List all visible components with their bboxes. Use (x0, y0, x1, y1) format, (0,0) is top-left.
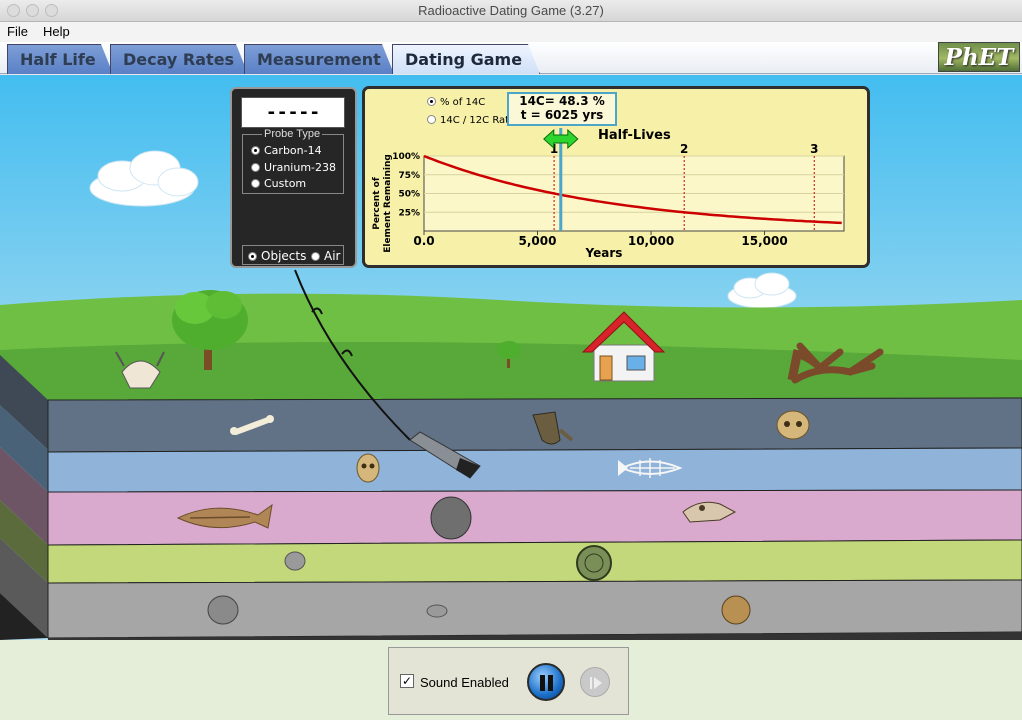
tab-bar: Half Life Decay Rates Measurement Dating… (0, 42, 1022, 74)
x-tick-label: 5,000 (519, 234, 557, 248)
layer-5 (47, 579, 1022, 639)
probe-option-carbon-14[interactable]: Carbon-14 (251, 144, 322, 157)
phet-logo[interactable]: PhET (938, 42, 1020, 72)
x-axis-label: Years (585, 246, 623, 260)
y-tick-label: 50% (398, 190, 420, 200)
radio-icon[interactable] (427, 97, 436, 106)
readout-time: t = 6025 yrs (520, 108, 604, 122)
small-rock-2[interactable] (426, 604, 448, 618)
layer-1 (47, 397, 1022, 453)
y-axis-label-1: Percent of (372, 177, 382, 230)
layer-4 (47, 539, 1022, 584)
radio-icon[interactable] (251, 146, 260, 155)
radio-icon[interactable] (427, 115, 436, 124)
graph-option-percent[interactable]: % of 14C (427, 97, 485, 108)
gray-rock-2[interactable] (207, 595, 239, 625)
half-life-marker: 2 (680, 142, 688, 156)
close-window-button[interactable] (7, 4, 20, 17)
menu-file[interactable]: File (7, 24, 28, 39)
ammonite-fossil[interactable] (576, 545, 612, 581)
cloud-right (727, 272, 797, 309)
probe-option-uranium-238[interactable]: Uranium-238 (251, 161, 336, 174)
probe-readout: ----- (241, 97, 345, 128)
radio-icon[interactable] (248, 252, 257, 261)
layer-2 (47, 447, 1022, 493)
small-rock-1[interactable] (284, 551, 306, 571)
window-title-bar: Radioactive Dating Game (3.27) (0, 0, 1022, 22)
tab-dating-game[interactable]: Dating Game (392, 44, 540, 74)
y-tick-label: 75% (398, 171, 420, 181)
tab-decay-rates[interactable]: Decay Rates (110, 44, 248, 74)
pause-button[interactable] (527, 663, 565, 701)
radio-icon[interactable] (251, 163, 260, 172)
y-axis-label-2: Element Remaining (383, 154, 393, 253)
readout-percent: 14C= 48.3 % (519, 94, 605, 108)
probe-option-custom[interactable]: Custom (251, 177, 306, 190)
sound-enabled-label: Sound Enabled (420, 675, 509, 690)
step-button[interactable] (580, 667, 610, 697)
window-title: Radioactive Dating Game (3.27) (418, 3, 604, 18)
radio-icon[interactable] (251, 179, 260, 188)
x-tick-label: 15,000 (741, 234, 787, 248)
mode-option-objects[interactable]: Objects (248, 249, 306, 263)
gray-rock-1[interactable] (430, 496, 472, 540)
tab-measurement[interactable]: Measurement (244, 44, 394, 74)
half-life-marker: 3 (810, 142, 818, 156)
menu-bar: File Help (0, 22, 1022, 42)
human-skull-2[interactable] (356, 453, 380, 483)
x-tick-label: 0.0 (413, 234, 434, 248)
strata-side-wall (0, 355, 48, 640)
cloud-left (89, 150, 199, 207)
brown-rock[interactable] (721, 595, 751, 625)
probe-type-title: Probe Type (262, 128, 323, 140)
y-tick-label: 25% (398, 208, 420, 218)
graph-readout: 14C= 48.3 % t = 6025 yrs (507, 92, 617, 126)
human-skull-1[interactable] (776, 410, 810, 440)
y-tick-label: 100% (392, 152, 420, 162)
zoom-window-button[interactable] (45, 4, 58, 17)
x-tick-label: 10,000 (628, 234, 674, 248)
mode-option-air[interactable]: Air (311, 249, 340, 263)
half-lives-label: Half-Lives (598, 128, 671, 143)
tab-half-life[interactable]: Half Life (7, 44, 113, 74)
graph-option-ratio[interactable]: 14C / 12C Ratio (427, 115, 517, 126)
radio-icon[interactable] (311, 252, 320, 261)
menu-help[interactable]: Help (43, 24, 70, 39)
minimize-window-button[interactable] (26, 4, 39, 17)
sound-enabled-checkbox[interactable]: ✓ (400, 674, 414, 688)
